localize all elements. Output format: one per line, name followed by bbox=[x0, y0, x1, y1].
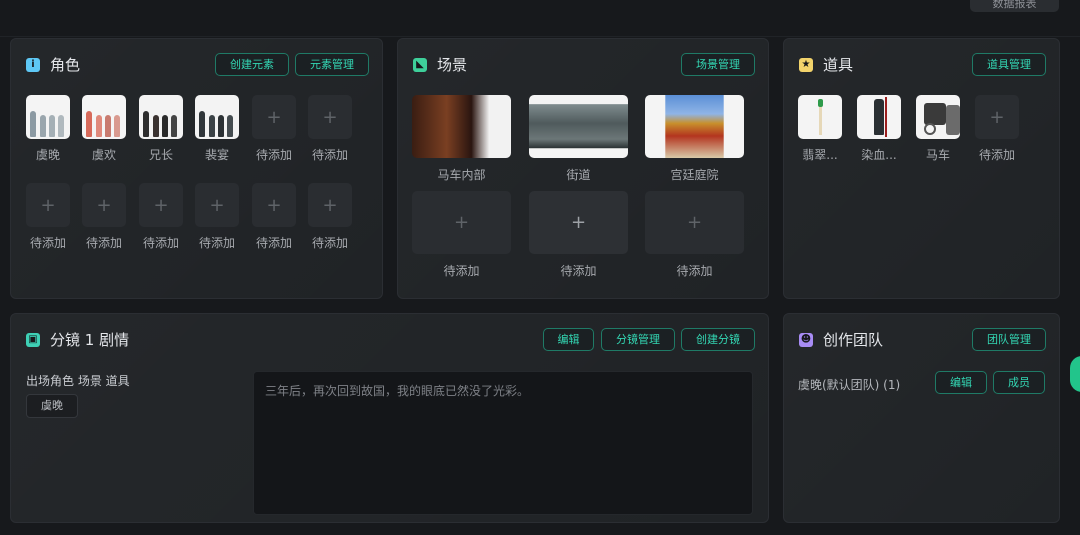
role-add-slot-5[interactable]: + bbox=[252, 95, 296, 139]
plus-icon: + bbox=[40, 194, 56, 216]
plot-textarea[interactable]: 三年后，再次回到故国，我的眼底已然没了光彩。 bbox=[253, 371, 753, 515]
plus-icon: + bbox=[686, 212, 703, 233]
team-panel: ☻ 创作团队 团队管理 虞晚(默认团队) (1) 编辑 成员 bbox=[783, 313, 1060, 523]
team-manage-button[interactable]: 团队管理 bbox=[972, 328, 1046, 351]
role-label: 待添加 bbox=[255, 148, 292, 162]
role-thumb-yuhuan[interactable] bbox=[82, 95, 126, 139]
roles-title: 角色 bbox=[50, 56, 81, 74]
plus-icon: + bbox=[322, 194, 338, 216]
prop-thumb-bloody[interactable] bbox=[857, 95, 901, 139]
scene-add-slot-4[interactable]: + bbox=[412, 191, 511, 254]
storyboard-icon: ▣ bbox=[26, 332, 40, 347]
scene-thumb-street[interactable] bbox=[529, 95, 628, 158]
role-label: 待添加 bbox=[142, 236, 179, 250]
plus-icon: + bbox=[266, 194, 282, 216]
prop-label: 马车 bbox=[925, 148, 950, 162]
role-add-slot-8[interactable]: + bbox=[82, 183, 126, 227]
team-title: 创作团队 bbox=[823, 331, 884, 349]
roles-panel: i 角色 创建元素 元素管理 + + 虞晚 虞欢 兄长 裴宴 待添加 待添加 +… bbox=[10, 38, 383, 299]
scene-icon: ◣ bbox=[413, 57, 427, 72]
roles-header: i 角色 bbox=[26, 54, 80, 75]
star-icon: ★ bbox=[799, 57, 813, 72]
role-thumb-peiyan[interactable] bbox=[195, 95, 239, 139]
role-label: 待添加 bbox=[311, 236, 348, 250]
role-add-slot-12[interactable]: + bbox=[308, 183, 352, 227]
scenes-title: 场景 bbox=[437, 56, 468, 74]
team-header: ☻ 创作团队 bbox=[799, 329, 883, 350]
scene-add-slot-5[interactable]: + bbox=[529, 191, 628, 254]
plus-icon: + bbox=[96, 194, 112, 216]
element-manage-button[interactable]: 元素管理 bbox=[295, 53, 369, 76]
role-thumb-brother[interactable] bbox=[139, 95, 183, 139]
prop-label: 染血... bbox=[861, 148, 897, 162]
plus-icon: + bbox=[570, 212, 587, 233]
storyboard-elements-label: 出场角色 场景 道具 bbox=[26, 374, 130, 388]
prop-thumb-carriage[interactable] bbox=[916, 95, 960, 139]
scene-label: 待添加 bbox=[443, 264, 480, 278]
role-label: 待添加 bbox=[255, 236, 292, 250]
role-label: 待添加 bbox=[85, 236, 122, 250]
scene-label: 宫廷庭院 bbox=[670, 168, 719, 182]
plus-icon: + bbox=[453, 212, 470, 233]
chat-bubble-icon[interactable] bbox=[1070, 356, 1080, 392]
plus-icon: + bbox=[153, 194, 169, 216]
create-element-button[interactable]: 创建元素 bbox=[215, 53, 289, 76]
role-add-slot-9[interactable]: + bbox=[139, 183, 183, 227]
role-label: 待添加 bbox=[311, 148, 348, 162]
team-icon: ☻ bbox=[799, 332, 813, 347]
team-edit-button[interactable]: 编辑 bbox=[935, 371, 987, 394]
scene-label: 马车内部 bbox=[437, 168, 486, 182]
scene-add-slot-6[interactable]: + bbox=[645, 191, 744, 254]
plus-icon: + bbox=[266, 106, 282, 128]
scene-manage-button[interactable]: 场景管理 bbox=[681, 53, 755, 76]
role-thumb-yuwan[interactable] bbox=[26, 95, 70, 139]
prop-thumb-jade[interactable] bbox=[798, 95, 842, 139]
scenes-header: ◣ 场景 bbox=[413, 54, 467, 75]
role-label: 待添加 bbox=[198, 236, 235, 250]
role-label: 裴宴 bbox=[204, 148, 229, 162]
storyboard-edit-button[interactable]: 编辑 bbox=[543, 328, 594, 351]
create-storyboard-button[interactable]: 创建分镜 bbox=[681, 328, 755, 351]
role-tag[interactable]: 虞晚 bbox=[26, 394, 78, 418]
team-members-button[interactable]: 成员 bbox=[993, 371, 1045, 394]
team-name: 虞晚(默认团队) (1) bbox=[798, 378, 901, 392]
scene-label: 待添加 bbox=[676, 264, 713, 278]
role-add-slot-11[interactable]: + bbox=[252, 183, 296, 227]
role-label: 兄长 bbox=[148, 148, 173, 162]
role-add-slot-6[interactable]: + bbox=[308, 95, 352, 139]
props-title: 道具 bbox=[823, 56, 854, 74]
props-header: ★ 道具 bbox=[799, 54, 853, 75]
role-label: 虞欢 bbox=[91, 148, 116, 162]
role-add-slot-10[interactable]: + bbox=[195, 183, 239, 227]
prop-label: 待添加 bbox=[978, 148, 1015, 162]
role-label: 待添加 bbox=[29, 236, 66, 250]
header-divider bbox=[0, 36, 1080, 37]
props-panel: ★ 道具 道具管理 + 翡翠... 染血... 马车 待添加 bbox=[783, 38, 1060, 299]
prop-label: 翡翠... bbox=[802, 148, 838, 162]
prop-add-slot-4[interactable]: + bbox=[975, 95, 1019, 139]
scenes-panel: ◣ 场景 场景管理 马车内部 街道 宫廷庭院 + + + 待添加 待添加 待添加 bbox=[397, 38, 769, 299]
role-add-slot-7[interactable]: + bbox=[26, 183, 70, 227]
plus-icon: + bbox=[989, 106, 1005, 128]
report-button[interactable]: 数据报表 bbox=[970, 0, 1059, 12]
storyboard-header: ▣ 分镜 1 剧情 bbox=[26, 329, 129, 350]
scene-label: 街道 bbox=[566, 168, 591, 182]
storyboard-manage-button[interactable]: 分镜管理 bbox=[601, 328, 675, 351]
scene-thumb-palace-courtyard[interactable] bbox=[645, 95, 744, 158]
plus-icon: + bbox=[322, 106, 338, 128]
scene-label: 待添加 bbox=[560, 264, 597, 278]
storyboard-title: 分镜 1 剧情 bbox=[50, 331, 130, 349]
prop-manage-button[interactable]: 道具管理 bbox=[972, 53, 1046, 76]
role-label: 虞晚 bbox=[35, 148, 60, 162]
plus-icon: + bbox=[209, 194, 225, 216]
info-icon: i bbox=[26, 57, 40, 72]
scene-thumb-carriage-interior[interactable] bbox=[412, 95, 511, 158]
